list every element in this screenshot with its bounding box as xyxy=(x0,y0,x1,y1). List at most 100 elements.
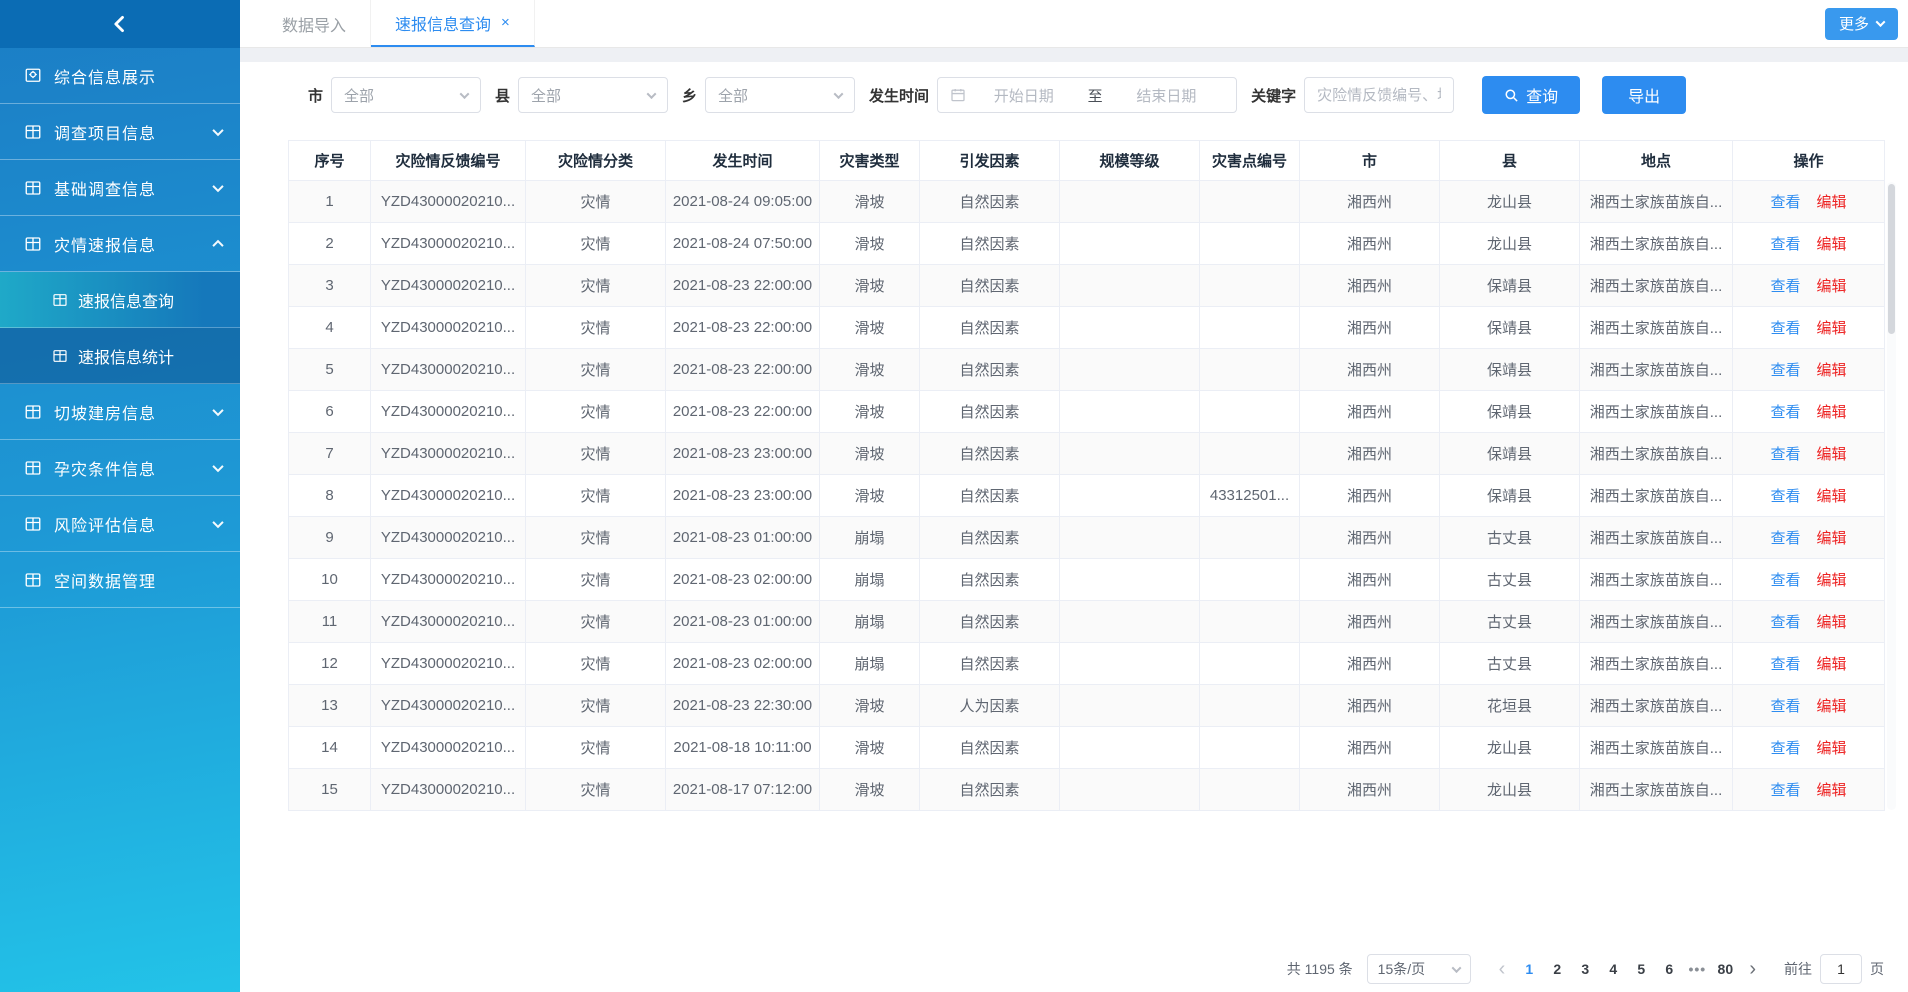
sidebar-subitem-report-query[interactable]: 速报信息查询 xyxy=(0,272,240,328)
page-number[interactable]: 4 xyxy=(1599,961,1627,977)
view-link[interactable]: 查看 xyxy=(1770,572,1800,589)
edit-link[interactable]: 编辑 xyxy=(1817,404,1847,421)
page-number[interactable]: ••• xyxy=(1683,961,1711,977)
page-number[interactable]: 1 xyxy=(1515,961,1543,977)
page-number[interactable]: 80 xyxy=(1711,961,1739,977)
cell-actions: 查看编辑 xyxy=(1733,685,1885,727)
cell-actions: 查看编辑 xyxy=(1733,517,1885,559)
sidebar-item-basic-survey-info[interactable]: 基础调查信息 xyxy=(0,160,240,216)
view-link[interactable]: 查看 xyxy=(1770,782,1800,799)
cell-actions: 查看编辑 xyxy=(1733,223,1885,265)
keyword-input[interactable] xyxy=(1304,77,1454,113)
sidebar-item-risk-assessment-info[interactable]: 风险评估信息 xyxy=(0,496,240,552)
view-link[interactable]: 查看 xyxy=(1770,404,1800,421)
page-number[interactable]: 2 xyxy=(1543,961,1571,977)
column-header: 引发因素 xyxy=(920,141,1060,181)
edit-link[interactable]: 编辑 xyxy=(1817,488,1847,505)
view-link[interactable]: 查看 xyxy=(1770,236,1800,253)
edit-link[interactable]: 编辑 xyxy=(1817,572,1847,589)
sidebar-item-disaster-report-info[interactable]: 灾情速报信息 xyxy=(0,216,240,272)
column-header: 县 xyxy=(1440,141,1580,181)
edit-link[interactable]: 编辑 xyxy=(1817,698,1847,715)
view-link[interactable]: 查看 xyxy=(1770,362,1800,379)
page-number[interactable]: 5 xyxy=(1627,961,1655,977)
page-unit-label: 页 xyxy=(1870,959,1884,979)
page-number[interactable]: 6 xyxy=(1655,961,1683,977)
search-button[interactable]: 查询 xyxy=(1482,76,1580,114)
township-select[interactable]: 全部 xyxy=(705,77,855,113)
sidebar-item-spatial-data-mgmt[interactable]: 空间数据管理 xyxy=(0,552,240,608)
more-button[interactable]: 更多 xyxy=(1825,8,1898,40)
cell-county: 保靖县 xyxy=(1440,307,1580,349)
edit-link[interactable]: 编辑 xyxy=(1817,446,1847,463)
cell-disaster-point-code xyxy=(1200,685,1300,727)
cell-actions: 查看编辑 xyxy=(1733,181,1885,223)
filter-bar: 市 全部 县 全部 乡 全部 发生时间 开始日期 xyxy=(308,76,1884,114)
county-select[interactable]: 全部 xyxy=(518,77,668,113)
edit-link[interactable]: 编辑 xyxy=(1817,740,1847,757)
edit-link[interactable]: 编辑 xyxy=(1817,236,1847,253)
cell-index: 3 xyxy=(289,265,371,307)
sidebar-submenu: 速报信息查询 速报信息统计 xyxy=(0,272,240,384)
edit-link[interactable]: 编辑 xyxy=(1817,194,1847,211)
tab-data-import[interactable]: 数据导入 xyxy=(258,0,371,47)
prev-page-button[interactable]: ‹ xyxy=(1489,959,1516,979)
date-range-picker[interactable]: 开始日期 至 结束日期 xyxy=(937,77,1237,113)
view-link[interactable]: 查看 xyxy=(1770,194,1800,211)
page-number[interactable]: 3 xyxy=(1571,961,1599,977)
view-link[interactable]: 查看 xyxy=(1770,698,1800,715)
township-select-value: 全部 xyxy=(718,85,835,106)
sidebar-collapse-button[interactable] xyxy=(0,0,240,48)
sidebar-item-label: 空间数据管理 xyxy=(54,568,156,592)
edit-link[interactable]: 编辑 xyxy=(1817,530,1847,547)
view-link[interactable]: 查看 xyxy=(1770,320,1800,337)
table-scrollbar[interactable] xyxy=(1887,182,1896,810)
sidebar-item-slope-housing-info[interactable]: 切坡建房信息 xyxy=(0,384,240,440)
view-link[interactable]: 查看 xyxy=(1770,530,1800,547)
page-size-select[interactable]: 15条/页 xyxy=(1367,954,1471,984)
tab-report-info-query[interactable]: 速报信息查询 × xyxy=(371,0,535,47)
cell-classification: 灾情 xyxy=(526,433,666,475)
sidebar-subitem-report-statistics[interactable]: 速报信息统计 xyxy=(0,328,240,384)
goto-page-input[interactable] xyxy=(1820,954,1862,984)
edit-link[interactable]: 编辑 xyxy=(1817,320,1847,337)
scrollbar-thumb[interactable] xyxy=(1888,184,1895,334)
cell-scale-level xyxy=(1060,601,1200,643)
cell-index: 11 xyxy=(289,601,371,643)
edit-link[interactable]: 编辑 xyxy=(1817,278,1847,295)
edit-link[interactable]: 编辑 xyxy=(1817,656,1847,673)
content-card: 市 全部 县 全部 乡 全部 发生时间 开始日期 xyxy=(240,62,1908,992)
edit-link[interactable]: 编辑 xyxy=(1817,362,1847,379)
view-link[interactable]: 查看 xyxy=(1770,488,1800,505)
close-icon[interactable]: × xyxy=(501,14,510,31)
cell-index: 2 xyxy=(289,223,371,265)
export-button[interactable]: 导出 xyxy=(1602,76,1686,114)
chevron-down-icon xyxy=(212,180,223,191)
cell-classification: 灾情 xyxy=(526,685,666,727)
view-link[interactable]: 查看 xyxy=(1770,614,1800,631)
sidebar-item-hazard-condition-info[interactable]: 孕灾条件信息 xyxy=(0,440,240,496)
cell-county: 龙山县 xyxy=(1440,769,1580,811)
view-link[interactable]: 查看 xyxy=(1770,446,1800,463)
table-row: 12 YZD43000020210... 灾情 2021-08-23 02:00… xyxy=(289,643,1885,685)
sidebar-item-comprehensive-info[interactable]: 综合信息展示 xyxy=(0,48,240,104)
edit-link[interactable]: 编辑 xyxy=(1817,614,1847,631)
sidebar-item-survey-project-info[interactable]: 调查项目信息 xyxy=(0,104,240,160)
cell-trigger-factor: 自然因素 xyxy=(920,727,1060,769)
cell-disaster-point-code xyxy=(1200,391,1300,433)
next-page-button[interactable]: › xyxy=(1739,959,1766,979)
cell-disaster-type: 滑坡 xyxy=(820,349,920,391)
table-icon xyxy=(52,348,68,364)
city-select[interactable]: 全部 xyxy=(331,77,481,113)
view-link[interactable]: 查看 xyxy=(1770,740,1800,757)
cell-scale-level xyxy=(1060,433,1200,475)
edit-link[interactable]: 编辑 xyxy=(1817,782,1847,799)
table-icon xyxy=(24,179,42,197)
cell-city: 湘西州 xyxy=(1300,769,1440,811)
cell-location: 湘西土家族苗族自... xyxy=(1580,223,1733,265)
cell-disaster-point-code xyxy=(1200,223,1300,265)
view-link[interactable]: 查看 xyxy=(1770,656,1800,673)
cell-location: 湘西土家族苗族自... xyxy=(1580,349,1733,391)
view-link[interactable]: 查看 xyxy=(1770,278,1800,295)
chevron-down-icon xyxy=(1451,963,1461,973)
